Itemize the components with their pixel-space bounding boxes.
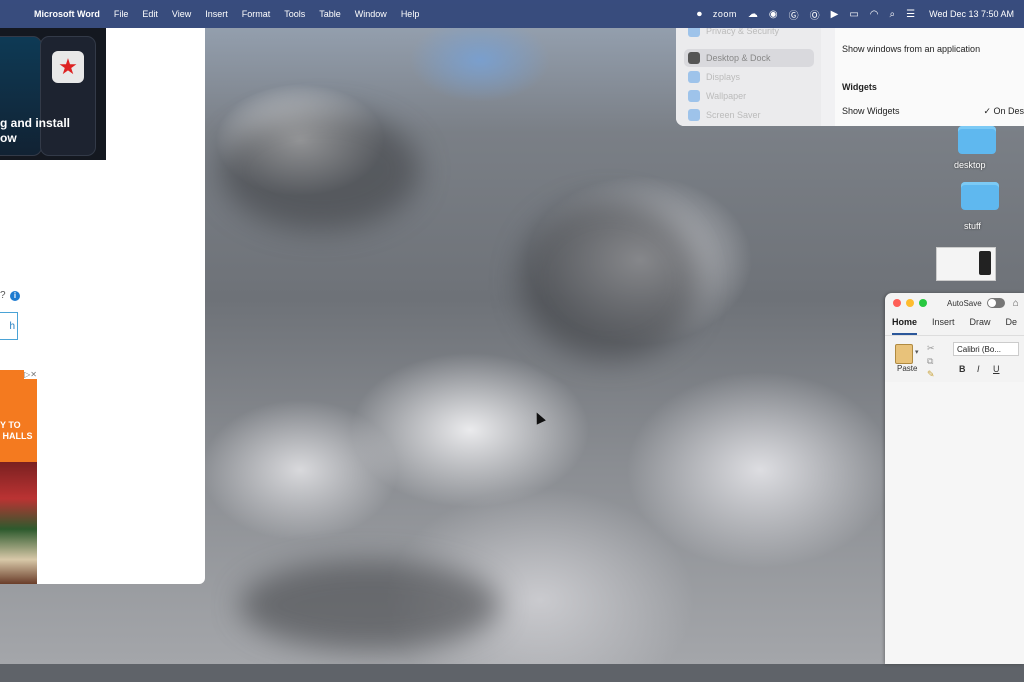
show-windows-setting[interactable]: Show windows from an application	[842, 44, 980, 54]
show-widgets-setting[interactable]: Show Widgets ✓ On Des	[842, 106, 1024, 116]
paste-icon[interactable]	[895, 344, 913, 364]
vpn-icon[interactable]: Ⓞ	[810, 7, 820, 22]
copy-icon[interactable]: ⧉	[927, 355, 935, 368]
device-image	[979, 251, 991, 275]
autosave-toggle[interactable]	[986, 298, 1005, 308]
system-settings-window: Privacy & Security Desktop & Dock Displa…	[676, 28, 1024, 126]
mountain-ridge	[240, 560, 500, 650]
settings-pane: Show windows from an application Widgets…	[835, 28, 1024, 126]
app-menu[interactable]: Microsoft Word	[34, 9, 100, 19]
document-area[interactable]	[885, 382, 1024, 664]
sidebar-item-label: Privacy & Security	[706, 28, 780, 36]
menu-format[interactable]: Format	[242, 9, 271, 19]
mountain-ridge	[520, 200, 700, 360]
app-promo-banner[interactable]: ★ g and install ow	[0, 28, 106, 160]
control-center-icon[interactable]: ☰	[906, 9, 915, 20]
wallpaper-icon	[688, 90, 700, 102]
grammarly-icon[interactable]: Ⓖ	[789, 7, 799, 22]
menu-clock[interactable]: Wed Dec 13 7:50 AM	[929, 9, 1014, 19]
wifi-icon[interactable]: ◠	[870, 9, 879, 20]
widgets-heading: Widgets	[842, 82, 877, 92]
sidebar-item-label: Displays	[706, 72, 741, 82]
ribbon-tabs: Home Insert Draw De	[885, 317, 1024, 335]
sync-icon[interactable]: ◉	[769, 9, 778, 20]
ad-photo	[0, 462, 37, 584]
promo-text: g and install ow	[0, 116, 71, 145]
menu-window[interactable]: Window	[355, 9, 387, 19]
sidebar-item-wallpaper[interactable]: Wallpaper	[684, 87, 814, 105]
sidebar-item-desktop-dock[interactable]: Desktop & Dock	[684, 49, 814, 67]
privacy-icon	[688, 28, 700, 37]
sidebar-item-screen-saver[interactable]: Screen Saver	[684, 106, 814, 124]
dock-icon	[688, 52, 700, 64]
ad-close-icon[interactable]: ▷✕	[24, 370, 37, 379]
show-widgets-label: Show Widgets	[842, 106, 900, 116]
search-field[interactable]: h	[0, 312, 18, 340]
menu-table[interactable]: Table	[319, 9, 341, 19]
sidebar-item-displays[interactable]: Displays	[684, 68, 814, 86]
desktop-folder-label[interactable]: desktop	[954, 160, 986, 170]
zoom-status[interactable]: zoom	[713, 9, 737, 19]
zoom-button[interactable]	[919, 299, 927, 307]
settings-sidebar: Privacy & Security Desktop & Dock Displa…	[676, 28, 821, 126]
sidebar-item-label: Desktop & Dock	[706, 53, 771, 63]
chevron-down-icon[interactable]: ▾	[915, 348, 919, 356]
search-icon[interactable]: ⌕	[890, 9, 896, 20]
tab-draw[interactable]: Draw	[970, 317, 991, 335]
folder-icon[interactable]	[961, 182, 999, 210]
menu-insert[interactable]: Insert	[205, 9, 228, 19]
tab-design[interactable]: De	[1006, 317, 1018, 335]
info-icon[interactable]: i	[10, 291, 20, 301]
battery-icon[interactable]: ▭	[849, 9, 858, 20]
format-painter-icon[interactable]: ✎	[927, 368, 935, 381]
menu-file[interactable]: File	[114, 9, 129, 19]
status-area: ⏺ zoom ☁ ◉ Ⓖ Ⓞ ▶ ▭ ◠ ⌕ ☰ Wed Dec 13 7:50…	[686, 0, 1014, 28]
word-titlebar: AutoSave ⌂	[885, 293, 1024, 313]
tab-insert[interactable]: Insert	[932, 317, 955, 335]
mountain-ridge	[220, 110, 420, 230]
stuff-folder-label[interactable]: stuff	[964, 221, 981, 231]
menu-view[interactable]: View	[172, 9, 191, 19]
displays-icon	[688, 71, 700, 83]
play-icon[interactable]: ▶	[831, 9, 839, 20]
menu-help[interactable]: Help	[401, 9, 420, 19]
help-text: ?	[0, 290, 6, 301]
sidebar-item-label: Wallpaper	[706, 91, 747, 101]
screenshot-thumbnail[interactable]	[936, 247, 996, 281]
screen-saver-icon	[688, 109, 700, 121]
minimize-button[interactable]	[906, 299, 914, 307]
underline-button[interactable]: U	[993, 364, 1000, 374]
bold-button[interactable]: B	[959, 364, 966, 374]
dock-strip	[0, 664, 1024, 682]
sidebar-item-label: Screen Saver	[706, 110, 761, 120]
advertisement[interactable]: Y TO HALLS ▷✕	[0, 370, 37, 584]
ribbon: ▾ Paste ✂ ⧉ ✎ Calibri (Bo... B I U	[885, 335, 1024, 383]
star-icon: ★	[52, 51, 84, 83]
autosave-label: AutoSave	[947, 298, 982, 308]
word-window: AutoSave ⌂ Home Insert Draw De ▾ Paste ✂…	[885, 293, 1024, 664]
paste-label[interactable]: Paste	[897, 364, 917, 373]
menu-bar: Microsoft Word File Edit View Insert For…	[0, 0, 1024, 28]
sidebar-item-privacy[interactable]: Privacy & Security	[684, 28, 814, 40]
italic-button[interactable]: I	[977, 364, 980, 374]
record-icon[interactable]: ⏺	[697, 9, 702, 20]
menu-edit[interactable]: Edit	[142, 9, 158, 19]
font-name-dropdown[interactable]: Calibri (Bo...	[953, 342, 1019, 356]
clipboard-tools: ✂ ⧉ ✎	[927, 342, 935, 381]
close-button[interactable]	[893, 299, 901, 307]
menu-tools[interactable]: Tools	[284, 9, 305, 19]
cut-icon[interactable]: ✂	[927, 342, 935, 355]
home-icon[interactable]: ⌂	[1013, 298, 1019, 309]
browser-window: ★ g and install ow ? i h Y TO HALLS ▷✕	[0, 28, 205, 584]
show-widgets-dropdown[interactable]: ✓ On Des	[983, 106, 1024, 117]
tab-home[interactable]: Home	[892, 317, 918, 335]
cloud-icon[interactable]: ☁	[748, 9, 758, 20]
ad-banner[interactable]: Y TO HALLS	[0, 370, 37, 462]
folder-icon[interactable]	[958, 126, 996, 154]
